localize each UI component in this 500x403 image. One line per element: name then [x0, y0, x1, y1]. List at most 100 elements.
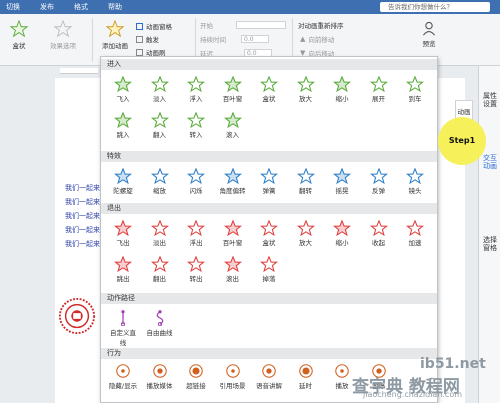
entrance-effect-13[interactable]: 滚入: [217, 112, 249, 139]
action-effect-label: 语音讲解: [256, 382, 282, 390]
motion-path-icon: [120, 310, 126, 326]
red-seal-image[interactable]: [58, 297, 96, 335]
menu-switch[interactable]: 切换: [0, 2, 30, 12]
exit-effect-label: 浮出: [189, 239, 203, 247]
exit-effect-label: 放大: [299, 239, 312, 247]
emphasis-effect-3[interactable]: 闪烁: [180, 168, 212, 195]
star-icon: [333, 76, 351, 92]
preview-button[interactable]: 预览: [416, 20, 442, 48]
action-effect-1[interactable]: 隐藏/显示: [107, 363, 139, 390]
exit-effect-10[interactable]: 跳出: [107, 256, 139, 283]
star-icon: [369, 76, 388, 92]
entrance-effect-3[interactable]: 浮入: [180, 76, 212, 103]
entrance-effect-1[interactable]: 飞入: [107, 76, 139, 103]
exit-effect-13[interactable]: 滚出: [217, 256, 249, 283]
emphasis-effect-label: 摇晃: [335, 187, 349, 195]
emphasis-effect-8[interactable]: 反弹: [363, 168, 395, 195]
emphasis-effect-6[interactable]: 翻转: [290, 168, 322, 195]
emphasis-effect-4[interactable]: 角度偏转: [217, 168, 249, 195]
action-icon: [225, 364, 240, 378]
star-icon: [260, 168, 278, 184]
motion-effect-1[interactable]: 自定义直线: [107, 310, 139, 347]
doc-line-3[interactable]: 我们一起来: [65, 211, 100, 221]
exit-effect-label: 盒状: [262, 239, 276, 247]
entrance-effect-5[interactable]: 盒状: [253, 76, 285, 103]
selection-pane-tab[interactable]: 选择窗格: [483, 236, 497, 252]
emphasis-effect-label: 角度偏转: [219, 187, 246, 195]
exit-effect-label: 加速: [408, 239, 422, 247]
box-effect-button[interactable]: 盒状: [6, 20, 32, 50]
entrance-effect-6[interactable]: 放大: [290, 76, 322, 103]
star-icon: [187, 112, 205, 128]
doc-line-4[interactable]: 我们一起来: [65, 225, 100, 235]
start-field[interactable]: 开始: [200, 20, 286, 30]
exit-effect-7[interactable]: 缩小: [326, 220, 358, 247]
action-effect-2[interactable]: 播放媒体: [144, 363, 176, 390]
motion-path-icon: [156, 310, 163, 326]
trigger-button[interactable]: 触发: [136, 34, 159, 44]
add-animation-button[interactable]: 添加动画: [98, 20, 132, 50]
property-settings-tab[interactable]: 属性设置: [483, 92, 497, 108]
start-select[interactable]: [236, 21, 286, 29]
motion-effect-2[interactable]: 自由曲线: [144, 310, 176, 337]
entrance-effect-4[interactable]: 百叶窗: [217, 76, 249, 103]
effect-options-icon: [54, 20, 72, 38]
effect-options-button[interactable]: 效果选项: [46, 20, 80, 50]
ruler: [60, 68, 98, 74]
move-earlier-button[interactable]: ▲ 向前移动: [300, 34, 334, 44]
emphasis-effect-7[interactable]: 摇晃: [326, 168, 358, 195]
duration-field[interactable]: 持续时间 0.0: [200, 34, 269, 44]
entrance-effect-11[interactable]: 翻入: [144, 112, 176, 139]
star-icon: [114, 112, 132, 128]
menu-publish[interactable]: 发布: [30, 2, 64, 12]
entrance-effect-7[interactable]: 缩小: [326, 76, 358, 103]
emphasis-effect-5[interactable]: 弹簧: [253, 168, 285, 195]
exit-effect-label: 收起: [372, 239, 385, 247]
motion-effect-label: 自定义直线: [110, 329, 136, 347]
exit-effect-1[interactable]: 飞出: [107, 220, 139, 247]
star-icon: [260, 76, 278, 92]
action-effect-6[interactable]: 延时: [290, 363, 322, 390]
exit-effect-6[interactable]: 放大: [290, 220, 322, 247]
star-icon: [150, 220, 169, 236]
menu-help[interactable]: 帮助: [98, 2, 132, 12]
animation-pane-button[interactable]: 动画窗格: [136, 21, 172, 31]
entrance-effect-label: 浮入: [189, 95, 203, 103]
entrance-effect-label: 跳入: [116, 131, 130, 139]
doc-line-5[interactable]: 我们一起来: [65, 239, 100, 249]
entrance-effect-12[interactable]: 转入: [180, 112, 212, 139]
emphasis-effect-9[interactable]: 镜头: [399, 168, 431, 195]
exit-effect-12[interactable]: 转出: [180, 256, 212, 283]
star-icon: [223, 220, 242, 236]
action-effect-label: 播放媒体: [146, 382, 173, 390]
star-icon: [114, 76, 132, 92]
exit-effect-4[interactable]: 百叶窗: [217, 220, 249, 247]
entrance-effect-10[interactable]: 跳入: [107, 112, 139, 139]
action-effect-4[interactable]: 引用场景: [217, 363, 249, 390]
animation-pane-label: 动画窗格: [146, 23, 172, 31]
exit-effect-14[interactable]: 掉落: [253, 256, 285, 283]
exit-effect-9[interactable]: 加速: [399, 220, 431, 247]
interactive-animation-tab[interactable]: 交互动画: [483, 154, 497, 170]
exit-effect-3[interactable]: 浮出: [180, 220, 212, 247]
emphasis-effect-2[interactable]: 缩放: [144, 168, 176, 195]
exit-effect-11[interactable]: 翻出: [144, 256, 176, 283]
action-effect-3[interactable]: 超链接: [180, 363, 212, 390]
exit-effect-8[interactable]: 收起: [363, 220, 395, 247]
tell-me-box[interactable]: 告诉我们你想做什么？: [380, 2, 490, 12]
menu-format[interactable]: 格式: [64, 2, 98, 12]
exit-effect-2[interactable]: 淡出: [144, 220, 176, 247]
action-icon: [116, 364, 130, 378]
action-effect-5[interactable]: 语音讲解: [253, 363, 285, 390]
doc-line-2[interactable]: 我们一起来: [65, 197, 100, 207]
action-effect-label: 延时: [299, 382, 312, 390]
entrance-effect-2[interactable]: 淡入: [144, 76, 176, 103]
entrance-effect-9[interactable]: 到车: [399, 76, 431, 103]
star-icon: [114, 220, 132, 236]
doc-line-1[interactable]: 我们一起来: [65, 183, 100, 193]
emphasis-effect-1[interactable]: 陀螺旋: [107, 168, 139, 195]
exit-effect-5[interactable]: 盒状: [253, 220, 285, 247]
entrance-effect-8[interactable]: 展开: [363, 76, 395, 103]
exit-effect-label: 转出: [189, 275, 203, 283]
duration-input[interactable]: 0.0: [241, 35, 269, 43]
